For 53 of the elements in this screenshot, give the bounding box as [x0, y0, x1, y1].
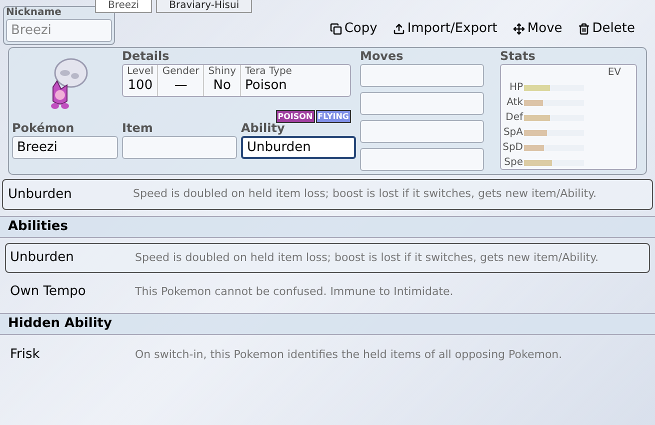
upload-icon [393, 22, 406, 35]
field-label: Item [122, 121, 154, 136]
action-button[interactable]: Import/Export [393, 19, 498, 38]
stat-label: Atk [506, 96, 524, 110]
ability-name: Unburden [8, 186, 73, 204]
stat-label: Def [504, 111, 524, 125]
column-label: EV [608, 66, 621, 80]
text-field[interactable]: Breezi [12, 136, 118, 159]
ability-option[interactable]: Unburden Speed is doubled on held item loss; boost is lost if it switches, gets new item/Ability. [5, 243, 650, 273]
field-label: Ability [241, 121, 286, 136]
copy-icon [330, 22, 342, 35]
section-label: Stats [500, 49, 536, 64]
detail-value: 100 [128, 78, 153, 94]
trash-icon [578, 22, 590, 35]
team-tab[interactable]: Breezi [95, 0, 152, 13]
text-field[interactable]: Unburden [241, 136, 356, 159]
section-label: Moves [360, 49, 404, 64]
action-button[interactable]: Move [513, 19, 562, 38]
detail-label: Tera Type [245, 65, 292, 78]
action-button[interactable]: Copy [330, 19, 378, 38]
ability-option[interactable]: Own Tempo This Pokemon cannot be confused. Immune to Intimidate. [5, 277, 650, 307]
ability-description: Speed is doubled on held item loss; boost is lost if it switches, gets new item/Ability. [135, 250, 599, 266]
move-field[interactable] [360, 120, 484, 143]
move-arrows-icon [513, 22, 526, 35]
details-box[interactable]: Level 100 Gender — Shiny No Tera Type Poison [122, 64, 351, 97]
field-label: Pokémon [12, 121, 76, 136]
type-badge: FLYING [316, 110, 351, 123]
move-field[interactable] [360, 148, 484, 171]
section-header: Abilities [0, 216, 655, 238]
detail-label: Shiny [208, 65, 236, 78]
stat-label: HP [508, 81, 524, 95]
detail-value: Poison [245, 78, 287, 94]
ability-description: On switch-in, this Pokemon identifies the held items of all opposing Pokemon. [135, 346, 562, 363]
type-badge: POISON [276, 110, 315, 123]
stat-label: SpD [502, 141, 524, 155]
move-field[interactable] [360, 92, 484, 115]
move-field[interactable] [360, 64, 484, 87]
detail-label: Level [127, 65, 154, 78]
team-tab[interactable]: Braviary-Hisui [156, 0, 252, 13]
detail-value: — [174, 78, 188, 94]
ability-description: This Pokemon cannot be confused. Immune to Intimidate. [135, 284, 454, 300]
stats-box[interactable]: EV HP Atk Def SpA SpD Spe [500, 64, 637, 170]
detail-label: Gender [162, 65, 200, 78]
detail-value: No [213, 78, 231, 94]
text-field[interactable] [122, 136, 237, 159]
ability-description: Speed is doubled on held item loss; boost is lost if it switches, gets new item/Ability. [133, 186, 597, 202]
action-button[interactable]: Delete [578, 19, 635, 38]
field-label: Nickname [6, 7, 62, 19]
stat-label: SpA [502, 126, 524, 140]
ability-option[interactable]: Frisk On switch-in, this Pokemon identifies the held items of all opposing Pokemon. [5, 340, 650, 370]
stat-label: Spe [503, 156, 524, 170]
section-header: Hidden Ability [0, 313, 655, 335]
section-label: Details [122, 49, 170, 64]
